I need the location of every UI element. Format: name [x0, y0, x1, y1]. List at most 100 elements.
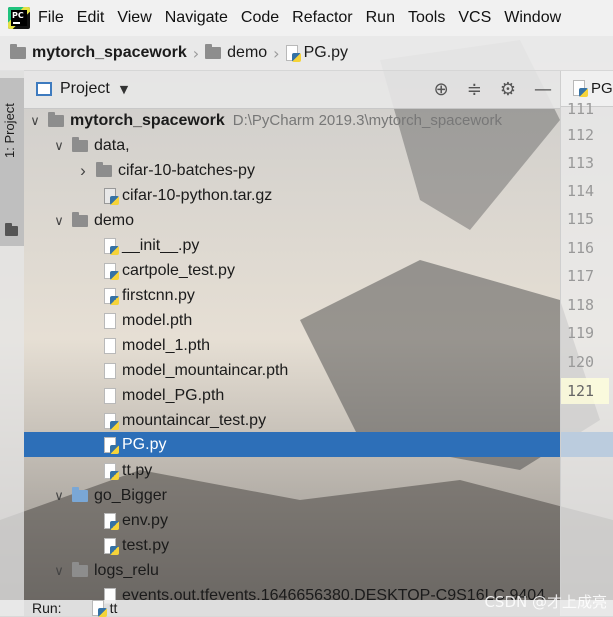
chevron-right-icon: ›	[273, 43, 280, 63]
run-label: Run:	[32, 600, 62, 616]
chevron-down-icon[interactable]	[52, 138, 66, 154]
menu-refactor[interactable]: Refactor	[292, 9, 352, 27]
menu-edit[interactable]: Edit	[77, 9, 105, 27]
line-number: 112	[567, 126, 595, 144]
tree-item-label: cifar-10-python.tar.gz	[122, 186, 273, 204]
chevron-down-icon[interactable]	[28, 113, 42, 129]
tree-item-label: demo	[94, 211, 135, 229]
folder-icon	[72, 561, 88, 577]
tree-item-go-bigger[interactable]: go_Bigger	[24, 483, 588, 508]
folder-icon	[72, 136, 88, 152]
folder-icon	[72, 211, 88, 227]
tree-item-tt[interactable]: tt.py	[24, 458, 613, 483]
tree-item-demo[interactable]: demo	[24, 208, 588, 233]
tree-item-label: model.pth	[122, 311, 193, 329]
chevron-right-icon[interactable]	[76, 161, 90, 181]
tree-item-label: __init__.py	[122, 236, 200, 254]
python-file-icon	[104, 462, 119, 480]
chevron-right-icon: ›	[192, 43, 200, 63]
tree-item-data[interactable]: data,	[24, 133, 588, 158]
tree-item-model-pg[interactable]: model_PG.pth	[24, 383, 613, 408]
menu-window[interactable]: Window	[504, 9, 561, 27]
line-number: 116	[567, 239, 595, 257]
menu-bar: PC File Edit View Navigate Code Refactor…	[0, 0, 613, 36]
chevron-down-icon[interactable]	[52, 563, 66, 579]
menu-vcs[interactable]: VCS	[458, 9, 491, 27]
tree-item-pg-selected[interactable]: PG.py	[24, 432, 613, 457]
tree-item-label: test.py	[122, 536, 170, 554]
chevron-down-icon[interactable]	[52, 213, 66, 229]
tree-item-label: go_Bigger	[94, 486, 167, 504]
tool-window-tab-label: 1: Project	[2, 103, 17, 158]
menu-tools[interactable]: Tools	[408, 9, 445, 27]
python-file-icon	[573, 80, 588, 97]
file-icon	[104, 312, 116, 329]
tree-item-logs-relu[interactable]: logs_relu	[24, 558, 588, 583]
tree-root-label: mytorch_spacework	[70, 111, 225, 129]
line-number: 119	[567, 324, 595, 342]
breadcrumb-project-label: mytorch_spacework	[32, 44, 187, 61]
gear-icon[interactable]: ⚙	[500, 79, 516, 100]
python-file-icon	[104, 412, 119, 430]
line-number-current: 121	[561, 378, 609, 404]
menu-file[interactable]: File	[38, 9, 64, 27]
menu-view[interactable]: View	[117, 9, 151, 27]
watermark: CSDN @才上成亮	[484, 593, 607, 611]
project-view-icon	[36, 82, 52, 96]
tree-item-init[interactable]: __init__.py	[24, 233, 613, 258]
tree-item-label: tt.py	[122, 461, 153, 479]
python-file-icon	[104, 237, 119, 255]
tree-item-cifar-batches[interactable]: cifar-10-batches-py	[24, 158, 612, 183]
python-file-icon	[285, 45, 301, 62]
tree-item-model[interactable]: model.pth	[24, 308, 613, 333]
dropdown-caret-icon[interactable]: ▼	[120, 83, 128, 96]
chevron-down-icon[interactable]	[52, 488, 66, 504]
line-number: 115	[567, 210, 595, 228]
tree-item-mountaincar-test[interactable]: mountaincar_test.py	[24, 408, 613, 433]
pycharm-logo-icon: PC	[8, 7, 30, 29]
menu-code[interactable]: Code	[241, 9, 279, 27]
tree-item-label: model_mountaincar.pth	[122, 361, 289, 379]
tree-root[interactable]: mytorch_spacework D:\PyCharm 2019.3\myto…	[24, 108, 564, 133]
locate-crosshair-icon[interactable]: ⊕	[434, 79, 449, 100]
tree-item-label: data,	[94, 136, 130, 154]
archive-file-icon	[104, 187, 119, 205]
menu-navigate[interactable]: Navigate	[165, 9, 228, 27]
tree-item-model-mountaincar[interactable]: model_mountaincar.pth	[24, 358, 613, 383]
line-number: 118	[567, 296, 595, 314]
tree-item-firstcnn[interactable]: firstcnn.py	[24, 283, 613, 308]
editor-tab-label: PG	[591, 79, 613, 97]
tree-item-label: env.py	[122, 511, 168, 529]
folder-icon	[205, 44, 222, 59]
python-file-icon	[104, 287, 119, 305]
breadcrumb-folder-label: demo	[227, 44, 268, 61]
file-icon	[104, 337, 116, 354]
tree-item-label: model_1.pth	[122, 336, 211, 354]
tree-item-label: PG.py	[122, 435, 167, 453]
breadcrumb-project[interactable]: mytorch_spacework	[10, 44, 187, 62]
tree-item-label: model_PG.pth	[122, 386, 225, 404]
line-number: 120	[567, 353, 595, 371]
tree-root-path: D:\PyCharm 2019.3\mytorch_spacework	[232, 112, 503, 129]
tree-item-cartpole[interactable]: cartpole_test.py	[24, 258, 613, 283]
tree-item-env[interactable]: env.py	[24, 508, 613, 533]
tree-item-label: firstcnn.py	[122, 286, 195, 304]
menu-run[interactable]: Run	[366, 9, 395, 27]
run-config-tab[interactable]: tt	[110, 600, 118, 616]
breadcrumb-file-label: PG.py	[303, 44, 349, 61]
tree-item-cifar-archive[interactable]: cifar-10-python.tar.gz	[24, 183, 613, 208]
tree-item-model-1[interactable]: model_1.pth	[24, 333, 613, 358]
project-panel: Project ▼ ⊕ ≑ ⚙ — mytorch_spacework D:\P…	[24, 70, 613, 616]
python-file-icon	[104, 537, 119, 555]
line-number: 111	[567, 100, 595, 118]
line-number: 117	[567, 267, 595, 285]
minimize-icon[interactable]: —	[534, 79, 552, 100]
panel-title[interactable]: Project	[60, 80, 110, 98]
tree-item-label: cifar-10-batches-py	[118, 161, 255, 179]
tool-window-tab-project[interactable]: 1: Project	[0, 78, 24, 246]
python-file-icon	[104, 436, 119, 454]
tree-item-test[interactable]: test.py	[24, 533, 613, 558]
collapse-all-icon[interactable]: ≑	[467, 79, 482, 100]
breadcrumb-file[interactable]: PG.py	[285, 44, 349, 62]
breadcrumb-folder[interactable]: demo	[205, 44, 267, 62]
